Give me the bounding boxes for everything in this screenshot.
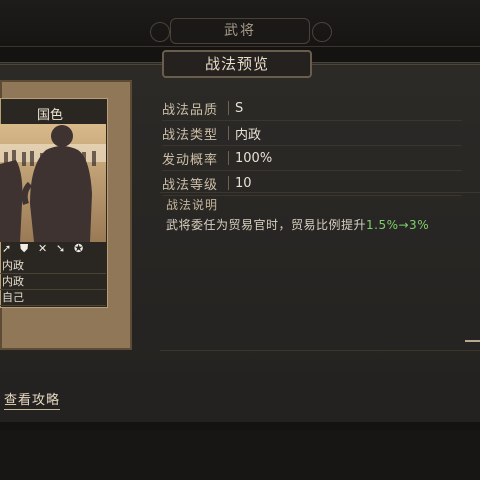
view-guide-link[interactable]: 查看攻略 bbox=[4, 389, 61, 410]
arrow-icon: ➚ bbox=[2, 242, 12, 255]
detail-label: 战法类型 bbox=[162, 127, 219, 143]
divider bbox=[312, 64, 480, 65]
card-icon-row: ➚ ⛊ ✕ ➘ ✪ bbox=[0, 241, 106, 257]
detail-label: 战法品质 bbox=[162, 102, 219, 118]
separator bbox=[228, 176, 229, 190]
skill-details: 战法品质 S 战法类型 内政 发动概率 100% 战法等级 10 bbox=[162, 96, 462, 196]
detail-label: 战法等级 bbox=[162, 177, 219, 193]
detail-value: 10 bbox=[235, 175, 252, 191]
separator bbox=[228, 101, 229, 115]
card-label: 国色 bbox=[36, 108, 63, 123]
detail-row-probability: 发动概率 100% bbox=[162, 146, 462, 171]
detail-value: 内政 bbox=[235, 127, 262, 143]
wheel-icon: ✪ bbox=[74, 242, 84, 255]
detail-value: S bbox=[235, 100, 244, 116]
divider bbox=[160, 192, 480, 193]
panel-title: 战法预览 bbox=[162, 50, 312, 78]
ornament-icon bbox=[312, 22, 332, 42]
detail-row-quality: 战法品质 S bbox=[162, 96, 462, 121]
description-text: 武将委任为贸易官时，贸易比例提升1.5%→3% bbox=[166, 216, 429, 233]
dash-mark bbox=[465, 340, 480, 342]
ornament-icon bbox=[150, 22, 170, 42]
card-row: 内政 bbox=[0, 258, 106, 274]
card-row: 自己 bbox=[0, 290, 106, 306]
detail-value: 100% bbox=[235, 150, 273, 166]
crossed-weapons-icon: ✕ bbox=[38, 242, 48, 255]
detail-row-type: 战法类型 内政 bbox=[162, 121, 462, 146]
card-portrait-art bbox=[0, 124, 106, 242]
description-title: 战法说明 bbox=[166, 198, 219, 212]
separator bbox=[228, 151, 229, 165]
detail-label: 发动概率 bbox=[162, 152, 219, 168]
bottom-bar bbox=[0, 372, 480, 422]
bottom-strip bbox=[0, 430, 480, 480]
window-title: 武将 bbox=[170, 18, 310, 44]
divider bbox=[0, 64, 162, 65]
shield-icon: ⛊ bbox=[20, 242, 29, 255]
description-body: 武将委任为贸易官时，贸易比例提升 bbox=[166, 218, 367, 232]
description-highlight: 1.5%→3% bbox=[366, 218, 430, 232]
card-row: 内政 bbox=[0, 274, 106, 290]
card-attributes: 内政 内政 自己 bbox=[0, 258, 106, 306]
spear-icon: ➘ bbox=[56, 242, 66, 255]
separator bbox=[228, 126, 229, 140]
divider bbox=[160, 350, 480, 351]
